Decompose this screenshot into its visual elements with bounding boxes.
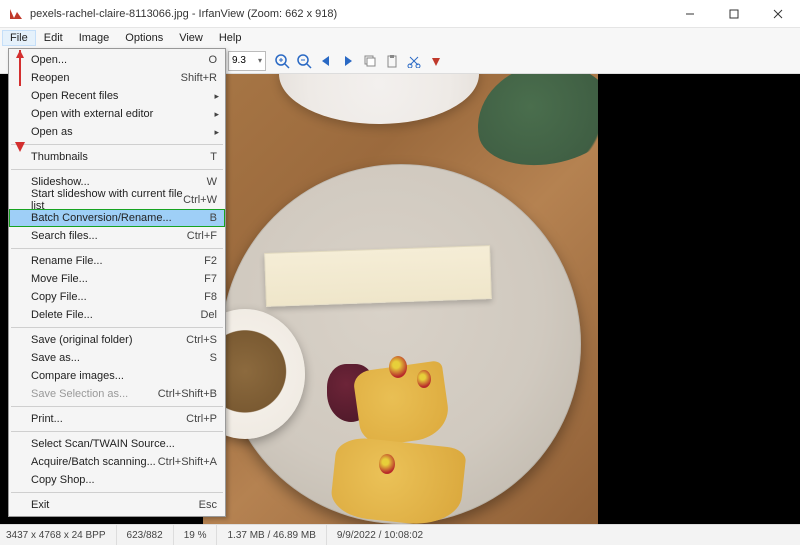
titlebar: pexels-rachel-claire-8113066.jpg - Irfan… [0, 0, 800, 28]
menu-item-rename-file[interactable]: Rename File...F2 [9, 252, 225, 270]
menu-item-open-external[interactable]: Open with external editor [9, 105, 225, 123]
annotation-arrow-icon [14, 50, 26, 150]
menu-separator [11, 431, 223, 432]
menu-item-open-recent[interactable]: Open Recent files [9, 87, 225, 105]
menu-separator [11, 327, 223, 328]
menu-item-copyshop[interactable]: Copy Shop... [9, 471, 225, 489]
menu-edit[interactable]: Edit [36, 30, 71, 46]
status-zoom: 19 % [184, 525, 218, 545]
menu-item-delete-file[interactable]: Delete File...Del [9, 306, 225, 324]
menu-file[interactable]: File [2, 30, 36, 46]
menu-item-thumbnails[interactable]: ThumbnailsT [9, 148, 225, 166]
app-icon [8, 6, 24, 22]
menu-separator [11, 144, 223, 145]
menu-item-twain[interactable]: Select Scan/TWAIN Source... [9, 435, 225, 453]
cut-icon[interactable] [404, 51, 424, 71]
menu-item-acquire[interactable]: Acquire/Batch scanning...Ctrl+Shift+A [9, 453, 225, 471]
menu-item-save[interactable]: Save (original folder)Ctrl+S [9, 331, 225, 349]
menu-separator [11, 169, 223, 170]
close-button[interactable] [756, 0, 800, 27]
menu-item-open-as[interactable]: Open as [9, 123, 225, 141]
menu-separator [11, 406, 223, 407]
menu-item-save-as[interactable]: Save as...S [9, 349, 225, 367]
menubar: File Edit Image Options View Help [0, 28, 800, 48]
zoom-combo[interactable]: 9.3 [228, 51, 266, 71]
menu-item-batch-conversion[interactable]: Batch Conversion/Rename...B [9, 209, 225, 227]
menu-separator [11, 248, 223, 249]
minimize-button[interactable] [668, 0, 712, 27]
menu-item-print[interactable]: Print...Ctrl+P [9, 410, 225, 428]
menu-item-reopen[interactable]: ReopenShift+R [9, 69, 225, 87]
zoom-in-icon[interactable] [272, 51, 292, 71]
zoom-out-icon[interactable] [294, 51, 314, 71]
delete-icon[interactable] [426, 51, 446, 71]
status-dimensions: 3437 x 4768 x 24 BPP [6, 525, 117, 545]
displayed-image [203, 74, 598, 524]
menu-item-move-file[interactable]: Move File...F7 [9, 270, 225, 288]
menu-item-start-slideshow[interactable]: Start slideshow with current file listCt… [9, 191, 225, 209]
menu-item-open[interactable]: Open...O [9, 51, 225, 69]
file-menu-dropdown: Open...O ReopenShift+R Open Recent files… [8, 48, 226, 517]
maximize-button[interactable] [712, 0, 756, 27]
window-controls [668, 0, 800, 27]
menu-image[interactable]: Image [71, 30, 118, 46]
status-filesize: 1.37 MB / 46.89 MB [227, 525, 326, 545]
menu-item-copy-file[interactable]: Copy File...F8 [9, 288, 225, 306]
annotation-arrow-icon [14, 140, 26, 152]
menu-item-compare[interactable]: Compare images... [9, 367, 225, 385]
status-index: 623/882 [127, 525, 174, 545]
next-arrow-icon[interactable] [338, 51, 358, 71]
window-title: pexels-rachel-claire-8113066.jpg - Irfan… [30, 8, 668, 20]
prev-arrow-icon[interactable] [316, 51, 336, 71]
status-bar: 3437 x 4768 x 24 BPP 623/882 19 % 1.37 M… [0, 524, 800, 545]
menu-item-save-selection: Save Selection as...Ctrl+Shift+B [9, 385, 225, 403]
menu-help[interactable]: Help [211, 30, 250, 46]
menu-view[interactable]: View [171, 30, 211, 46]
status-datetime: 9/9/2022 / 10:08:02 [337, 525, 433, 545]
menu-options[interactable]: Options [117, 30, 171, 46]
menu-item-search-files[interactable]: Search files...Ctrl+F [9, 227, 225, 245]
paste-icon[interactable] [382, 51, 402, 71]
copy-icon[interactable] [360, 51, 380, 71]
menu-item-exit[interactable]: ExitEsc [9, 496, 225, 514]
menu-separator [11, 492, 223, 493]
